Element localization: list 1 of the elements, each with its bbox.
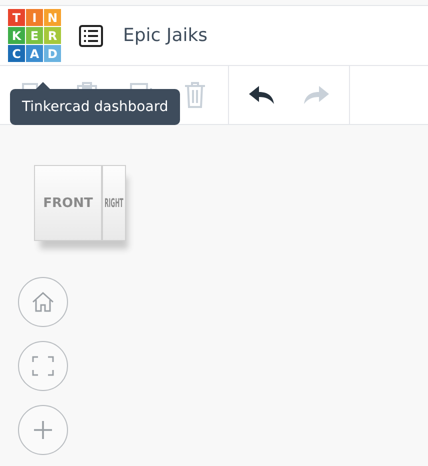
tooltip: Tinkercad dashboard	[10, 89, 180, 125]
